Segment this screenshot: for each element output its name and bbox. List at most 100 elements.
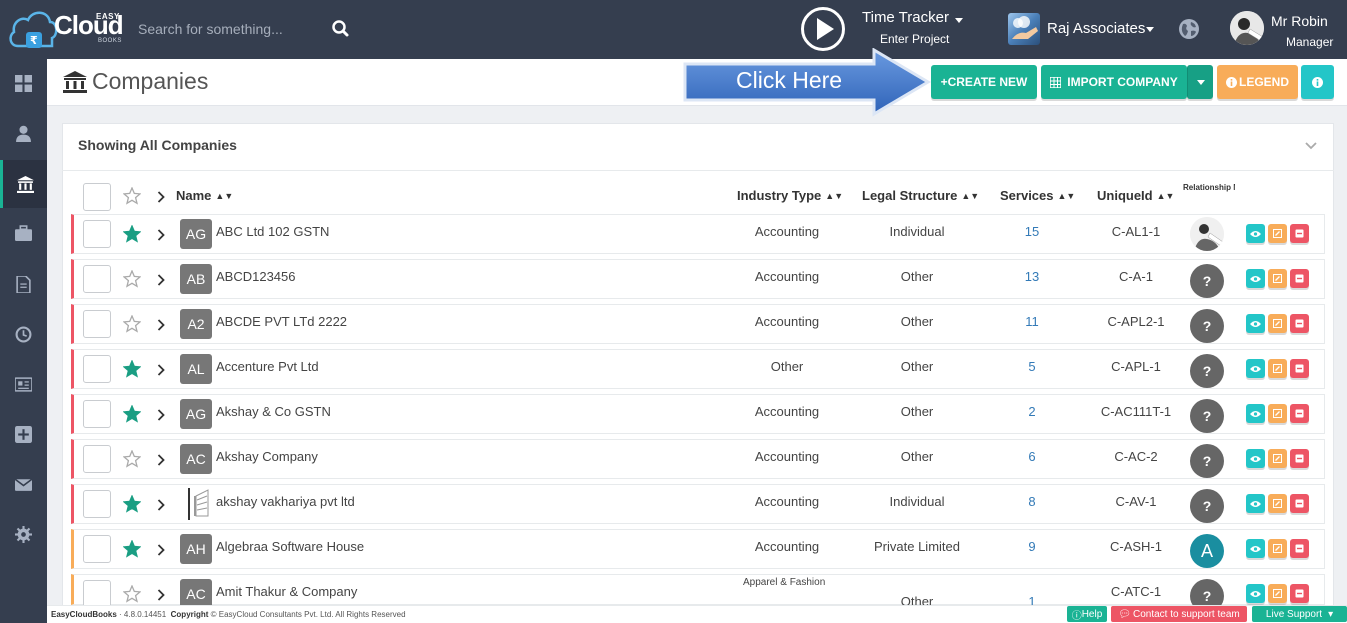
import-dropdown-toggle[interactable] xyxy=(1187,65,1213,99)
live-support-button[interactable]: Live Support ▾ xyxy=(1252,606,1347,622)
info-button[interactable] xyxy=(1301,65,1334,99)
row-checkbox[interactable] xyxy=(83,400,111,428)
chevron-right-icon[interactable] xyxy=(157,499,165,511)
user-avatar[interactable] xyxy=(1230,11,1264,45)
select-all-checkbox[interactable] xyxy=(83,183,111,211)
view-button[interactable] xyxy=(1246,224,1265,243)
create-new-button[interactable]: +CREATE NEW xyxy=(931,65,1037,99)
services-count-link[interactable]: 11 xyxy=(1012,314,1052,329)
view-button[interactable] xyxy=(1246,449,1265,468)
enter-project-label[interactable]: Enter Project xyxy=(880,32,949,46)
sidebar-item-dashboard[interactable] xyxy=(0,59,47,107)
delete-button[interactable] xyxy=(1290,584,1309,603)
star-filled-icon[interactable] xyxy=(123,495,141,513)
legend-button[interactable]: LEGEND xyxy=(1217,65,1298,99)
company-name-link[interactable]: Akshay & Co GSTN xyxy=(216,404,331,419)
row-checkbox[interactable] xyxy=(83,490,111,518)
view-button[interactable] xyxy=(1246,269,1265,288)
sidebar-item-contacts[interactable] xyxy=(0,109,47,157)
services-count-link[interactable]: 2 xyxy=(1012,404,1052,419)
relationship-manager-avatar[interactable] xyxy=(1190,217,1224,251)
sidebar-item-companies[interactable] xyxy=(0,160,47,208)
relationship-manager-unassigned[interactable]: ? xyxy=(1190,489,1224,523)
organization-logo[interactable] xyxy=(1008,13,1040,45)
services-count-link[interactable]: 15 xyxy=(1012,224,1052,239)
row-checkbox[interactable] xyxy=(83,310,111,338)
chevron-right-icon[interactable] xyxy=(157,364,165,376)
delete-button[interactable] xyxy=(1290,404,1309,423)
delete-button[interactable] xyxy=(1290,449,1309,468)
sidebar-item-mail[interactable] xyxy=(0,460,47,508)
company-name-link[interactable]: Accenture Pvt Ltd xyxy=(216,359,319,374)
row-checkbox[interactable] xyxy=(83,265,111,293)
star-filled-icon[interactable] xyxy=(123,225,141,243)
organization-name[interactable]: Raj Associates xyxy=(1047,20,1145,37)
company-name-link[interactable]: akshay vakhariya pvt ltd xyxy=(216,494,355,509)
sidebar-item-timesheet[interactable] xyxy=(0,310,47,358)
column-uniqueid[interactable]: UniqueId ▲▼ xyxy=(1097,188,1174,203)
row-checkbox[interactable] xyxy=(83,445,111,473)
view-button[interactable] xyxy=(1246,359,1265,378)
chevron-right-icon[interactable] xyxy=(157,319,165,331)
play-timer-button[interactable] xyxy=(801,7,845,51)
brand-logo[interactable]: ₹ Cloud EASY BOOKS xyxy=(8,4,126,54)
caret-down-icon[interactable] xyxy=(1146,27,1154,32)
chevron-right-icon[interactable] xyxy=(157,191,165,203)
chevron-right-icon[interactable] xyxy=(157,589,165,601)
sidebar-item-documents[interactable] xyxy=(0,260,47,308)
services-count-link[interactable]: 8 xyxy=(1012,494,1052,509)
sidebar-item-services[interactable] xyxy=(0,209,47,257)
services-count-link[interactable]: 5 xyxy=(1012,359,1052,374)
chevron-right-icon[interactable] xyxy=(157,229,165,241)
delete-button[interactable] xyxy=(1290,224,1309,243)
delete-button[interactable] xyxy=(1290,494,1309,513)
user-name[interactable]: Mr Robin xyxy=(1271,13,1328,29)
edit-button[interactable] xyxy=(1268,224,1287,243)
delete-button[interactable] xyxy=(1290,539,1309,558)
relationship-manager-unassigned[interactable]: ? xyxy=(1190,399,1224,433)
chevron-right-icon[interactable] xyxy=(157,454,165,466)
star-filled-icon[interactable] xyxy=(123,405,141,423)
chevron-right-icon[interactable] xyxy=(157,544,165,556)
delete-button[interactable] xyxy=(1290,359,1309,378)
star-filled-icon[interactable] xyxy=(123,540,141,558)
caret-down-icon[interactable] xyxy=(955,18,963,23)
company-name-link[interactable]: Amit Thakur & Company xyxy=(216,584,357,599)
row-checkbox[interactable] xyxy=(83,580,111,608)
star-outline-icon[interactable] xyxy=(123,315,141,333)
relationship-manager-unassigned[interactable]: ? xyxy=(1190,264,1224,298)
star-outline-icon[interactable] xyxy=(123,270,141,288)
column-services[interactable]: Services ▲▼ xyxy=(1000,188,1075,203)
view-button[interactable] xyxy=(1246,314,1265,333)
relationship-manager-unassigned[interactable]: ? xyxy=(1190,354,1224,388)
column-name[interactable]: Name ▲▼ xyxy=(176,188,233,203)
row-checkbox[interactable] xyxy=(83,220,111,248)
contact-support-button[interactable]: 💬︎ Contact to support team xyxy=(1111,606,1247,622)
column-industry-type[interactable]: Industry Type ▲▼ xyxy=(737,188,843,203)
search-input[interactable] xyxy=(128,14,328,44)
globe-icon[interactable] xyxy=(1177,17,1201,41)
edit-button[interactable] xyxy=(1268,404,1287,423)
delete-button[interactable] xyxy=(1290,314,1309,333)
view-button[interactable] xyxy=(1246,494,1265,513)
edit-button[interactable] xyxy=(1268,584,1287,603)
row-checkbox[interactable] xyxy=(83,535,111,563)
sidebar-item-add[interactable] xyxy=(0,410,47,458)
chevron-right-icon[interactable] xyxy=(157,409,165,421)
star-filled-icon[interactable] xyxy=(123,360,141,378)
view-button[interactable] xyxy=(1246,404,1265,423)
relationship-manager-unassigned[interactable]: ? xyxy=(1190,444,1224,478)
company-name-link[interactable]: ABC Ltd 102 GSTN xyxy=(216,224,329,239)
star-outline-icon[interactable] xyxy=(123,450,141,468)
company-name-link[interactable]: Akshay Company xyxy=(216,449,318,464)
edit-button[interactable] xyxy=(1268,449,1287,468)
company-name-link[interactable]: Algebraa Software House xyxy=(216,539,364,554)
edit-button[interactable] xyxy=(1268,314,1287,333)
view-button[interactable] xyxy=(1246,584,1265,603)
chevron-right-icon[interactable] xyxy=(157,274,165,286)
sidebar-item-reports[interactable] xyxy=(0,360,47,408)
help-button[interactable]: ⓘ Help xyxy=(1067,606,1107,622)
time-tracker-dropdown[interactable]: Time Tracker xyxy=(862,9,949,26)
edit-button[interactable] xyxy=(1268,494,1287,513)
company-name-link[interactable]: ABCD123456 xyxy=(216,269,296,284)
